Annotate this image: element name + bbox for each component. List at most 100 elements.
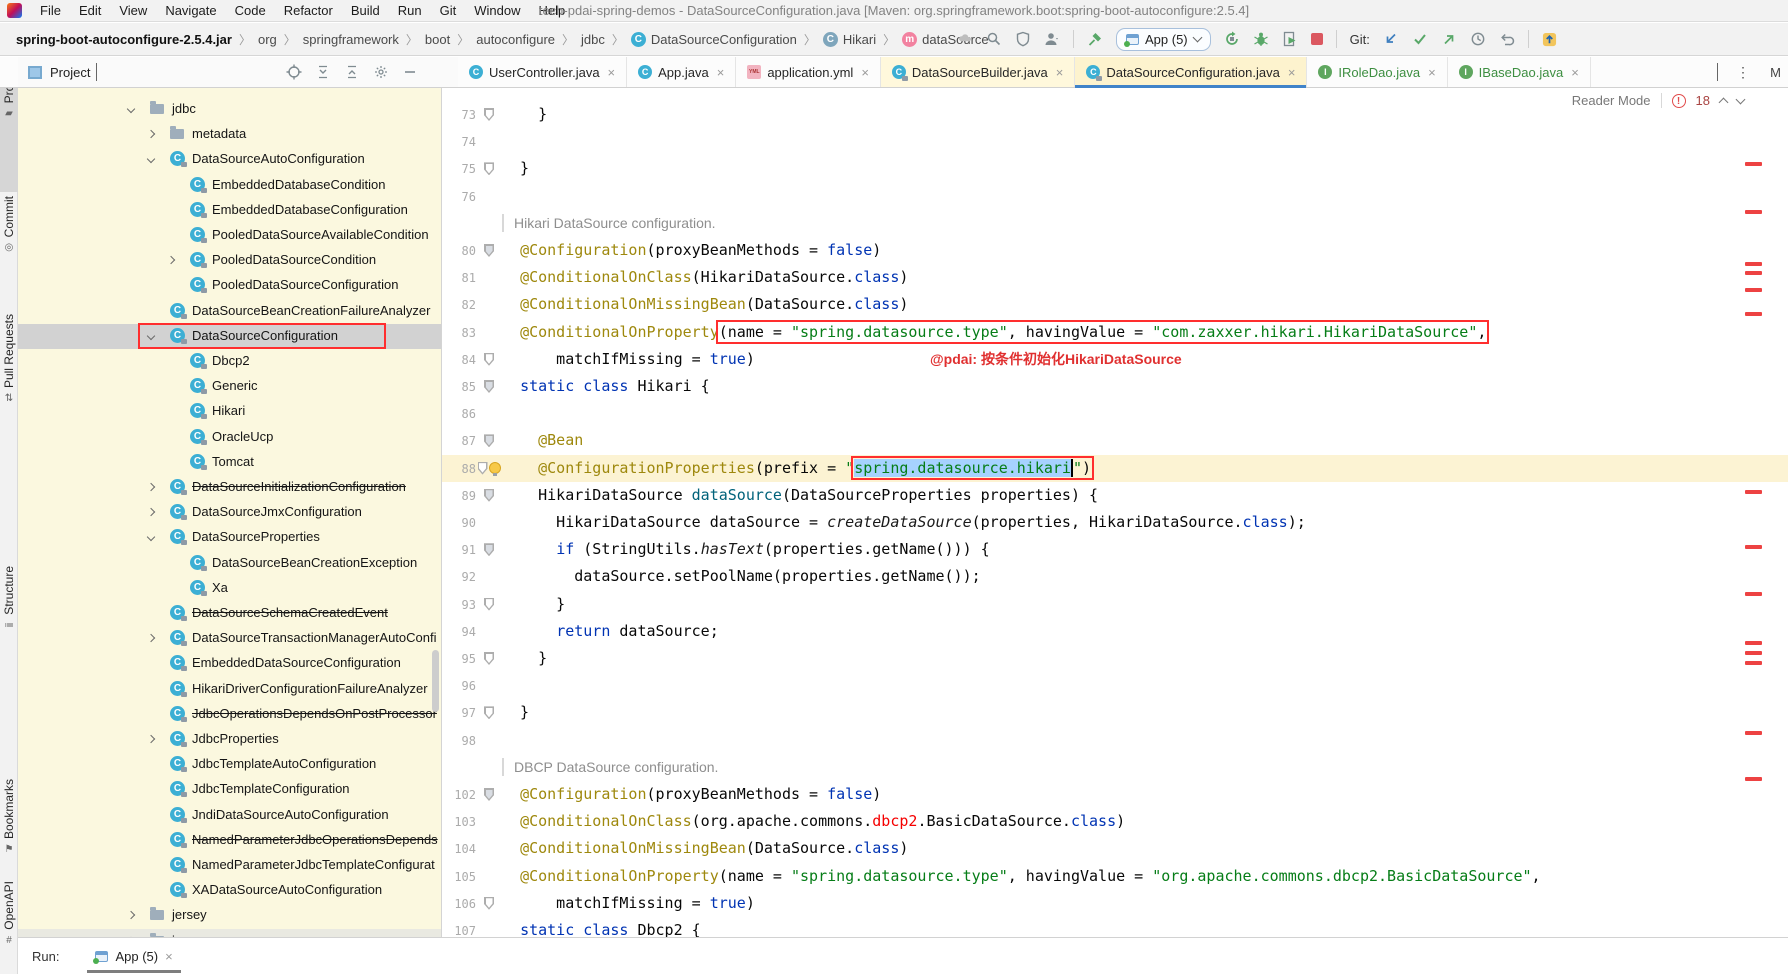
error-stripe-mark[interactable] (1745, 661, 1762, 665)
chevron-expanded-icon[interactable] (147, 533, 155, 541)
breadcrumb-item[interactable]: org (256, 32, 279, 47)
code-line[interactable]: 106 matchIfMissing = true) (442, 890, 1788, 917)
close-icon[interactable]: × (861, 65, 869, 80)
debug-icon[interactable] (1253, 31, 1269, 47)
code-text[interactable]: @ConfigurationProperties(prefix = "sprin… (502, 455, 1788, 482)
code-text[interactable]: @Bean (502, 427, 1788, 454)
tree-item[interactable]: CGeneric (18, 374, 441, 399)
menu-item-code[interactable]: Code (226, 0, 275, 22)
menu-item-view[interactable]: View (110, 0, 156, 22)
updates-icon[interactable] (1542, 32, 1557, 47)
code-line[interactable]: 104 @ConditionalOnMissingBean(DataSource… (442, 835, 1788, 862)
code-text[interactable]: @ConditionalOnProperty(name = "spring.da… (502, 319, 1788, 346)
fold-marker-icon[interactable] (478, 462, 488, 475)
menu-item-build[interactable]: Build (342, 0, 389, 22)
tree-item[interactable]: CDataSourceJmxConfiguration (18, 500, 441, 525)
previous-error-icon[interactable] (1719, 98, 1729, 108)
code-editor[interactable]: Reader Mode ! 18 73 }7475 }76Hikari Data… (442, 88, 1788, 937)
tree-item[interactable]: CXa (18, 576, 441, 601)
tree-item[interactable]: jms (18, 929, 441, 937)
error-stripe-mark[interactable] (1745, 490, 1762, 494)
fold-marker-icon[interactable] (484, 244, 494, 257)
error-stripe-mark[interactable] (1745, 545, 1762, 549)
shield-icon[interactable] (1015, 31, 1031, 47)
code-line[interactable]: 83 @ConditionalOnProperty(name = "spring… (442, 319, 1788, 346)
error-stripe-mark[interactable] (1745, 651, 1762, 655)
maven-tool-window-tab[interactable]: M (1770, 57, 1781, 88)
fold-marker-icon[interactable] (484, 434, 494, 447)
tree-item[interactable]: CHikari (18, 399, 441, 424)
chevron-collapsed-icon[interactable] (147, 735, 155, 743)
menu-item-git[interactable]: Git (431, 0, 466, 22)
code-line[interactable]: 93 } (442, 591, 1788, 618)
code-line[interactable]: 98 (442, 727, 1788, 754)
fold-marker-icon[interactable] (484, 162, 494, 175)
menu-item-refactor[interactable]: Refactor (275, 0, 342, 22)
code-text[interactable] (502, 183, 1788, 210)
tree-item[interactable]: CJdbcOperationsDependsOnPostProcessor (18, 702, 441, 727)
code-line[interactable]: 81 @ConditionalOnClass(HikariDataSource.… (442, 264, 1788, 291)
code-text[interactable]: HikariDataSource dataSource(DataSourcePr… (502, 482, 1788, 509)
breadcrumb-item[interactable]: CHikari (821, 32, 878, 47)
code-text[interactable]: @ConditionalOnMissingBean(DataSource.cla… (502, 835, 1788, 862)
breadcrumb-item[interactable]: autoconfigure (474, 32, 557, 47)
code-text[interactable]: dataSource.setPoolName(properties.getNam… (502, 563, 1788, 590)
code-text[interactable]: static class Dbcp2 { (502, 917, 1788, 937)
close-icon[interactable]: × (1056, 65, 1064, 80)
code-text[interactable] (502, 128, 1788, 155)
cloud-icon[interactable] (956, 33, 973, 46)
expand-all-icon[interactable] (315, 64, 331, 80)
project-panel-title[interactable]: Project (50, 65, 90, 80)
tree-scrollbar[interactable] (432, 650, 439, 712)
sidebar-item-bookmarks[interactable]: Bookmarks⚑ (0, 775, 18, 875)
build-hammer-icon[interactable] (1087, 31, 1103, 47)
tree-item[interactable]: CXADataSourceAutoConfiguration (18, 878, 441, 903)
fold-marker-icon[interactable] (484, 543, 494, 556)
tree-item[interactable]: CDataSourceBeanCreationFailureAnalyzer (18, 299, 441, 324)
chevron-expanded-icon[interactable] (147, 155, 155, 163)
code-line[interactable]: 75 } (442, 155, 1788, 182)
code-line[interactable]: 105 @ConditionalOnProperty(name = "sprin… (442, 863, 1788, 890)
code-line[interactable]: 91 if (StringUtils.hasText(properties.ge… (442, 536, 1788, 563)
code-line[interactable]: 92 dataSource.setPoolName(properties.get… (442, 563, 1788, 590)
tree-item[interactable]: CHikariDriverConfigurationFailureAnalyze… (18, 677, 441, 702)
breadcrumb-item[interactable]: springframework (301, 32, 401, 47)
tree-item[interactable]: jersey (18, 903, 441, 928)
menu-item-file[interactable]: File (31, 0, 70, 22)
fold-marker-icon[interactable] (484, 652, 494, 665)
fold-marker-icon[interactable] (484, 897, 494, 910)
code-line[interactable]: 76 (442, 183, 1788, 210)
menu-item-window[interactable]: Window (465, 0, 529, 22)
code-text[interactable]: if (StringUtils.hasText(properties.getNa… (502, 536, 1788, 563)
fold-marker-icon[interactable] (484, 353, 494, 366)
tree-item[interactable]: CEmbeddedDatabaseCondition (18, 173, 441, 198)
code-text[interactable]: matchIfMissing = true)@pdai: 按条件初始化Hikar… (502, 346, 1788, 373)
tree-item[interactable]: CPooledDataSourceConfiguration (18, 273, 441, 298)
code-line[interactable]: 90 HikariDataSource dataSource = createD… (442, 509, 1788, 536)
error-stripe-mark[interactable] (1745, 210, 1762, 214)
run-tab[interactable]: App (5) × (87, 938, 180, 974)
close-icon[interactable]: × (1571, 65, 1579, 80)
code-text[interactable]: @ConditionalOnClass(HikariDataSource.cla… (502, 264, 1788, 291)
search-everywhere-icon[interactable] (986, 31, 1002, 47)
code-text[interactable]: } (502, 155, 1788, 182)
code-line[interactable]: 84 matchIfMissing = true)@pdai: 按条件初始化Hi… (442, 346, 1788, 373)
code-line[interactable]: 94 return dataSource; (442, 618, 1788, 645)
editor-tab[interactable]: IIBaseDao.java× (1448, 57, 1591, 87)
tree-item[interactable]: COracleUcp (18, 425, 441, 450)
error-stripe-mark[interactable] (1745, 592, 1762, 596)
rerun-icon[interactable] (1224, 31, 1240, 47)
sidebar-item-openapi[interactable]: OpenAPI# (0, 877, 18, 973)
tree-item[interactable]: CJndiDataSourceAutoConfiguration (18, 803, 441, 828)
error-stripe-mark[interactable] (1745, 731, 1762, 735)
git-push-icon[interactable] (1441, 31, 1457, 47)
code-line[interactable]: 102 @Configuration(proxyBeanMethods = fa… (442, 781, 1788, 808)
code-text[interactable]: @ConditionalOnClass(org.apache.commons.d… (502, 808, 1788, 835)
run-coverage-icon[interactable] (1282, 31, 1298, 47)
sidebar-item-commit[interactable]: Commit◎ (0, 192, 18, 304)
project-tree[interactable]: jdbcmetadataCDataSourceAutoConfiguration… (18, 88, 442, 937)
tree-item[interactable]: CDataSourceInitializationConfiguration (18, 475, 441, 500)
error-stripe-mark[interactable] (1745, 641, 1762, 645)
tree-item[interactable]: CJdbcTemplateConfiguration (18, 777, 441, 802)
next-error-icon[interactable] (1736, 94, 1746, 104)
